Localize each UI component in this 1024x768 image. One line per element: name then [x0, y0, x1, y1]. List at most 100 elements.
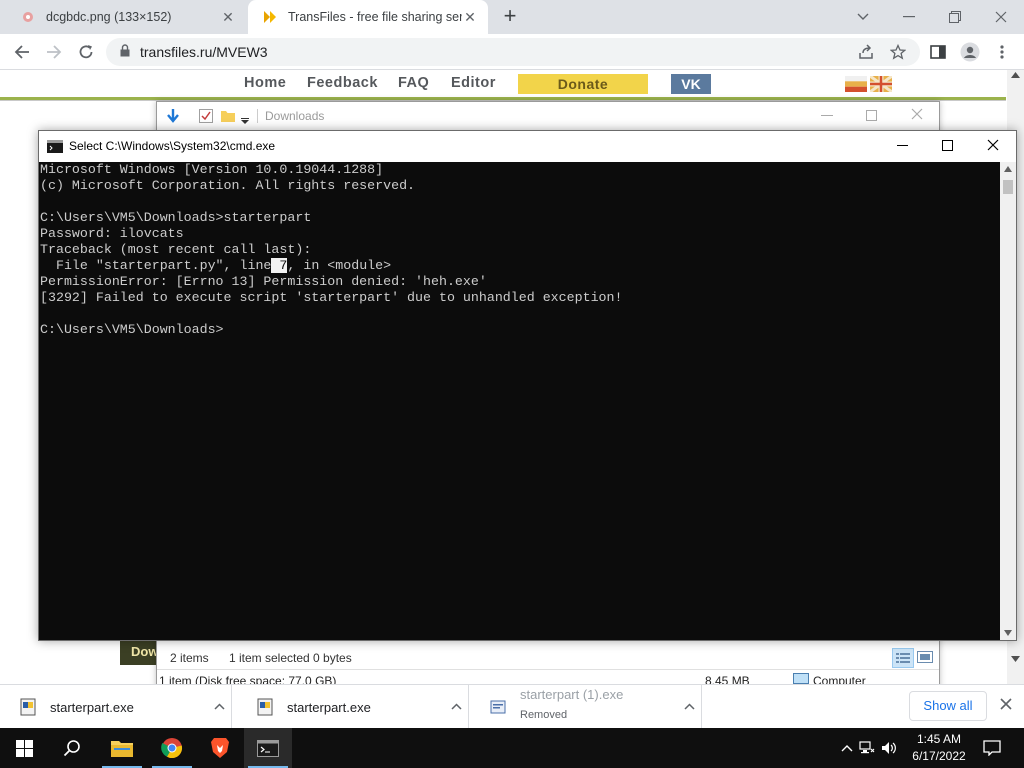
chrome-icon [161, 738, 183, 759]
tab-close-icon[interactable]: ✕ [462, 9, 478, 25]
download-item[interactable]: starterpart.exe [237, 685, 469, 729]
console-line: Password: ilovcats [40, 226, 184, 241]
tab-image[interactable]: dcgbdc.png (133×152) ✕ [6, 0, 246, 34]
file-explorer-icon [111, 741, 133, 757]
taskbar-clock[interactable]: 1:45 AM 6/17/2022 [908, 731, 970, 765]
titlebar-separator [257, 109, 258, 123]
download-item[interactable]: starterpart.exe [0, 685, 232, 729]
nav-faq-link[interactable]: FAQ [398, 75, 429, 91]
search-icon [63, 740, 80, 757]
browser-tab-strip: dcgbdc.png (133×152) ✕ TransFiles - free… [0, 0, 1024, 34]
chevron-up-icon[interactable] [444, 701, 468, 713]
customize-dropdown-icon[interactable] [241, 112, 249, 127]
properties-check-icon[interactable] [199, 109, 213, 126]
new-tab-button[interactable]: + [498, 5, 522, 29]
details-view-icon[interactable] [892, 648, 914, 668]
removed-file-icon [490, 698, 508, 716]
vk-button[interactable]: VK [671, 74, 711, 94]
side-panel-icon[interactable] [926, 40, 950, 64]
nav-feedback-link[interactable]: Feedback [307, 75, 378, 91]
explorer-close-icon[interactable] [911, 108, 923, 123]
quick-access-down-arrow-icon[interactable] [165, 108, 181, 127]
large-icons-view-icon[interactable] [917, 651, 933, 666]
explorer-minimize-icon[interactable] [821, 115, 833, 116]
nav-editor-link[interactable]: Editor [451, 75, 496, 91]
download-status: Removed [520, 709, 568, 721]
chevron-up-icon[interactable] [207, 701, 231, 713]
volume-icon[interactable] [878, 741, 900, 755]
cmd-titlebar[interactable]: Select C:\Windows\System32\cmd.exe [39, 131, 1016, 162]
console-line: Microsoft Windows [Version 10.0.19044.12… [40, 162, 384, 177]
show-all-button[interactable]: Show all [909, 691, 987, 721]
taskbar-brave[interactable] [196, 728, 244, 768]
lock-icon [120, 44, 130, 60]
clock-time: 1:45 AM [916, 732, 962, 746]
notification-center-icon[interactable] [980, 728, 1004, 768]
start-button[interactable] [0, 728, 48, 768]
exe-file-icon [20, 698, 38, 716]
folder-icon[interactable] [221, 109, 235, 126]
system-tray [838, 728, 900, 768]
cmd-title: Select C:\Windows\System32\cmd.exe [69, 139, 276, 153]
donate-button[interactable]: Donate [518, 74, 648, 94]
chrome-menu-icon[interactable] [990, 40, 1014, 64]
uk-flag-icon[interactable] [869, 74, 893, 94]
selection-info: 1 item selected 0 bytes [229, 651, 352, 665]
share-icon[interactable] [854, 40, 878, 64]
clock-date: 6/17/2022 [912, 749, 966, 763]
console-line: (c) Microsoft Corporation. All rights re… [40, 178, 416, 193]
explorer-status-bar: 2 items 1 item selected 0 bytes [157, 647, 939, 669]
search-button[interactable] [48, 728, 96, 768]
reload-icon[interactable] [72, 38, 100, 66]
cmd-close-icon[interactable] [987, 139, 999, 154]
cmd-maximize-icon[interactable] [942, 140, 953, 151]
chevron-up-icon[interactable] [677, 701, 701, 713]
cmd-window: Select C:\Windows\System32\cmd.exe Micro… [38, 130, 1017, 641]
taskbar-cmd[interactable] [244, 728, 292, 768]
address-bar[interactable]: transfiles.ru/MVEW3 [106, 38, 920, 66]
exe-file-icon [257, 698, 275, 716]
taskbar-file-explorer[interactable] [98, 728, 146, 768]
russian-flag-icon[interactable] [845, 76, 867, 92]
download-item-removed[interactable]: starterpart (1).exe Removed [470, 685, 702, 729]
scroll-up-icon[interactable] [1004, 166, 1012, 172]
console-line: Traceback (most recent call last): [40, 242, 312, 257]
tab-close-icon[interactable]: ✕ [220, 9, 236, 25]
close-shelf-icon[interactable] [996, 697, 1016, 717]
item-count: 2 items [170, 651, 209, 665]
downloads-shelf: starterpart.exe starterpart.exe starterp… [0, 684, 1024, 729]
scroll-thumb[interactable] [1003, 180, 1013, 194]
console-text: File "starterpart.py", line [40, 258, 272, 273]
tab-search-icon[interactable] [840, 0, 886, 34]
cmd-app-icon [47, 140, 63, 156]
windows-taskbar: 1:45 AM 6/17/2022 [0, 728, 1024, 768]
scroll-up-icon[interactable] [1011, 72, 1020, 78]
console-line: [3292] Failed to execute script 'starter… [40, 290, 623, 305]
tab-transfiles[interactable]: TransFiles - free file sharing servi ✕ [248, 0, 488, 34]
network-icon[interactable] [856, 741, 878, 755]
scroll-down-icon[interactable] [1011, 656, 1020, 662]
bookmark-star-icon[interactable] [886, 40, 910, 64]
download-filename: starterpart.exe [50, 699, 134, 715]
site-navigation: Home Feedback FAQ Editor Donate VK [0, 70, 1024, 100]
download-filename: starterpart.exe [287, 699, 371, 715]
cmd-minimize-icon[interactable] [897, 145, 908, 146]
explorer-maximize-icon[interactable] [866, 110, 877, 121]
scroll-down-icon[interactable] [1004, 630, 1012, 636]
profile-avatar-icon[interactable] [958, 40, 982, 64]
restore-icon[interactable] [932, 0, 978, 34]
cmd-scrollbar[interactable] [1000, 162, 1016, 640]
nav-home-link[interactable]: Home [244, 75, 286, 91]
console-line: File "starterpart.py", line 7, in <modul… [40, 258, 1000, 274]
forward-arrow-icon[interactable] [40, 38, 68, 66]
image-favicon-icon [20, 9, 36, 25]
minimize-icon[interactable] [886, 0, 932, 34]
console-line: C:\Users\VM5\Downloads>starterpart [40, 210, 312, 225]
console-output[interactable]: Microsoft Windows [Version 10.0.19044.12… [39, 162, 1000, 640]
show-hidden-icons-chevron-icon[interactable] [838, 744, 856, 752]
close-window-icon[interactable] [978, 0, 1024, 34]
taskbar-chrome[interactable] [148, 728, 196, 768]
back-arrow-icon[interactable] [8, 38, 36, 66]
console-selection[interactable]: 7 [271, 258, 288, 273]
